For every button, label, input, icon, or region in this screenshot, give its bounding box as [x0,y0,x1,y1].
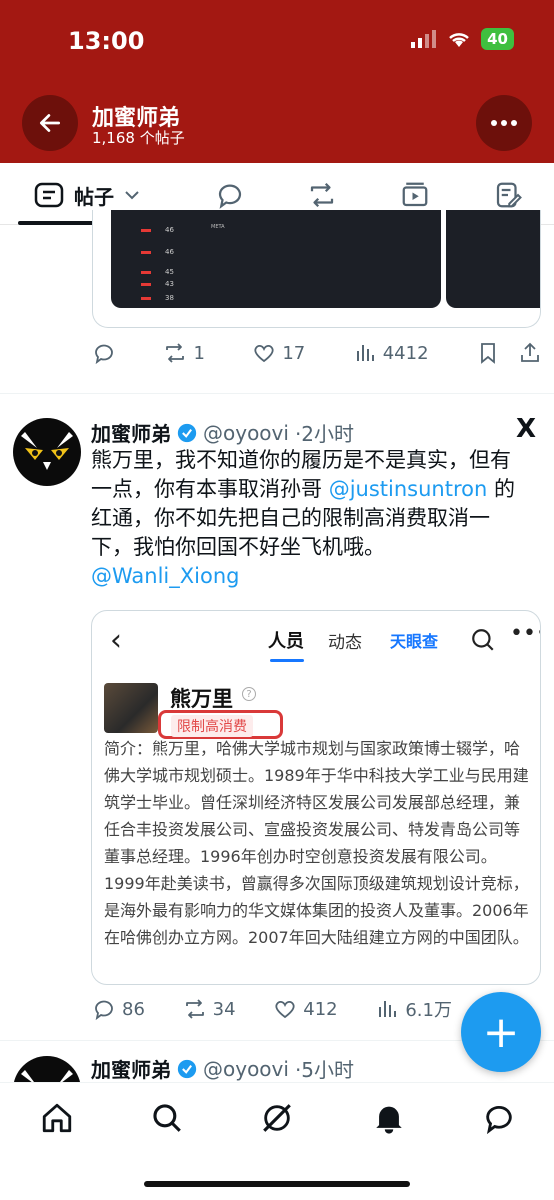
reply-button[interactable]: 86 [92,997,145,1021]
tweet-time: ·2小时 [294,422,355,446]
views-button[interactable]: 4412 [353,341,429,365]
search-icon[interactable] [150,1101,184,1135]
reply-icon [95,1000,113,1021]
like-button[interactable]: 412 [273,997,338,1021]
tab-articles[interactable] [490,177,526,213]
tab-media[interactable] [397,177,433,213]
repost-icon [310,182,334,208]
avatar[interactable] [13,418,81,486]
status-indicators: 40 [411,28,514,50]
reply-count: 86 [122,998,145,1020]
retweet-count: 34 [212,998,236,1020]
mention-link[interactable]: @justinsuntron [329,477,488,501]
more-icon [491,120,517,126]
embedded-more-icon: ••• [510,621,540,646]
tweet-image[interactable]: ‹ 人员 动态 天眼查 ••• 熊万里 ? 简介：熊万里，哈佛大学城市规划与国家… [91,610,541,985]
previous-tweet-media[interactable]: 46 46 45 43 38 META [92,210,541,328]
post-count: 1,168 个帖子 [92,129,185,147]
embedded-app-nav: ‹ 人员 动态 天眼查 ••• [92,611,540,667]
tweet-actions: 86 34 412 6.1万 [92,994,452,1024]
person-bio: 简介：熊万里，哈佛大学城市规划与国家政策博士辍学，哈佛大学城市规划硕士。1989… [104,739,529,947]
tab-reposts[interactable] [304,177,340,213]
mention-link[interactable]: @Wanli_Xiong [91,564,239,588]
reply-icon [218,184,242,209]
like-count: 412 [303,998,338,1020]
restriction-badge: 限制高消费 [171,715,253,737]
tianyancha-logo: 天眼查 [390,632,439,651]
messages-icon[interactable] [482,1101,516,1135]
restriction-highlight: 限制高消费 [158,710,283,739]
view-count: 6.1万 [405,1000,452,1021]
author-name[interactable]: 加蜜师弟 [91,418,171,447]
like-button[interactable]: 17 [252,341,305,365]
next-tweet-header: 加蜜师弟 @oyoovi ·5小时 [91,1054,354,1083]
embedded-tab-people: 人员 [268,631,304,652]
embedded-tab-news: 动态 [328,633,362,653]
previous-tweet-actions: 1 17 4412 [92,338,542,368]
person-name: 熊万里 [170,687,233,711]
dashboard-screenshot: 46 46 45 43 38 META [111,210,441,308]
verified-badge-icon [177,1059,197,1078]
views-chart-icon [356,345,374,361]
profile-header: 13:00 40 加蜜师弟 1,168 个帖子 [0,0,554,163]
compose-button[interactable]: + [461,992,541,1072]
status-time: 13:00 [68,27,145,55]
author-name[interactable]: 加蜜师弟 [91,1054,171,1083]
battery-indicator: 40 [481,28,514,50]
tweet-header: 加蜜师弟 @oyoovi ·2小时 [91,418,354,447]
retweet-button[interactable]: 1 [163,341,205,365]
tab-posts[interactable]: 帖子 [34,177,140,213]
views-button[interactable]: 6.1万 [375,996,452,1022]
like-count: 17 [282,342,306,364]
tweet-text: 熊万里，我不知道你的履历是不是真实，但有一点，你有本事取消孙哥 @justins… [91,448,515,588]
author-handle[interactable]: @oyoovi [203,421,289,445]
more-button[interactable] [476,95,532,151]
chevron-down-icon [125,191,139,200]
bookmark-icon[interactable] [476,341,500,365]
back-arrow-icon [39,114,61,132]
x-logo-icon: X [515,414,536,444]
tab-replies[interactable] [212,177,248,213]
view-count: 4412 [382,342,429,364]
repost-icon [185,999,204,1019]
search-icon [472,629,494,651]
grok-icon[interactable] [260,1101,294,1135]
owl-logo-icon [21,432,73,470]
back-button[interactable] [22,95,78,151]
signal-icon [411,30,437,48]
embedded-back-icon: ‹ [110,623,122,658]
embedded-tab-underline [270,659,304,662]
reply-icon [95,344,113,365]
verified-badge-icon [177,423,197,442]
posts-icon [34,182,64,208]
help-icon: ? [242,687,256,701]
home-indicator [144,1181,410,1187]
views-chart-icon [379,1001,397,1017]
share-icon[interactable] [518,341,542,365]
home-icon[interactable] [40,1101,74,1135]
tweet-divider [0,393,554,394]
reply-button[interactable] [92,341,116,365]
video-icon [402,182,428,207]
article-edit-icon [496,182,522,208]
heart-icon [254,344,274,363]
heart-icon [275,1000,295,1019]
retweet-count: 1 [193,342,205,364]
tweet-time: ·5小时 [294,1058,355,1082]
dashboard-screenshot-2 [446,210,540,308]
tab-posts-label: 帖子 [74,184,114,209]
author-handle[interactable]: @oyoovi [203,1057,289,1081]
person-photo [104,683,158,733]
notifications-bell-icon[interactable] [372,1101,406,1135]
repost-icon [166,343,185,363]
wifi-icon [449,33,469,47]
retweet-button[interactable]: 34 [183,997,236,1021]
